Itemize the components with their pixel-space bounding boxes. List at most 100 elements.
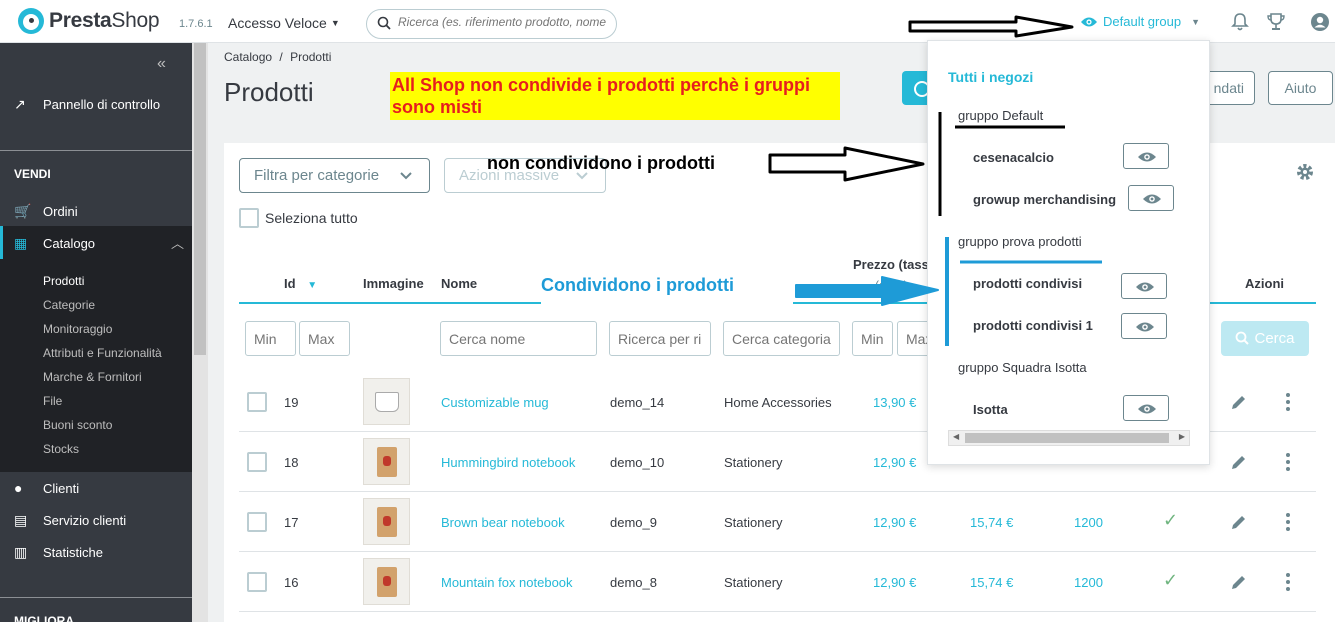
product-thumbnail[interactable] [363, 558, 410, 605]
select-all[interactable]: Seleziona tutto [239, 208, 358, 228]
column-header-id[interactable]: Id ▼ [284, 276, 317, 291]
more-options-icon[interactable] [1284, 392, 1292, 412]
sidebar-item-orders[interactable]: 🛒 Ordini [14, 203, 78, 220]
scrollbar-thumb[interactable] [194, 43, 206, 355]
scroll-left-icon[interactable]: ◀ [953, 432, 959, 441]
sidebar-sub-products[interactable]: Prodotti [43, 274, 84, 288]
header-search[interactable] [366, 9, 617, 39]
product-thumbnail[interactable] [363, 378, 410, 425]
view-shop-condivisi-1-button[interactable] [1121, 313, 1167, 339]
sidebar-sub-brands[interactable]: Marche & Fornitori [43, 370, 142, 384]
edit-pencil-icon[interactable] [1230, 393, 1248, 411]
group-squadra-option[interactable]: gruppo Squadra Isotta [958, 360, 1087, 375]
sidebar-item-dashboard[interactable]: ↗ Pannello di controllo [14, 96, 160, 113]
partial-button[interactable]: ndati [1205, 71, 1255, 105]
shop-condivisi-option[interactable]: prodotti condivisi [973, 276, 1082, 291]
product-name-link[interactable]: Mountain fox notebook [441, 575, 573, 590]
active-check-icon[interactable]: ✓ [1163, 570, 1178, 591]
dropdown-horizontal-scrollbar[interactable]: ◀ ▶ [948, 430, 1190, 446]
sidebar-sub-attributes[interactable]: Attributi e Funzionalità [43, 346, 162, 360]
sidebar-sub-categories[interactable]: Categorie [43, 298, 95, 312]
product-price-tax[interactable]: 15,74 € [970, 575, 1013, 590]
shop-growup-option[interactable]: growup merchandising [973, 192, 1116, 207]
row-checkbox[interactable] [247, 572, 267, 592]
header-underline [239, 302, 541, 304]
trophy-icon[interactable] [1266, 12, 1286, 32]
sidebar-sub-monitoring[interactable]: Monitoraggio [43, 322, 112, 336]
more-options-icon[interactable] [1284, 572, 1292, 592]
shop-context-selector[interactable]: Default group ▼ [1080, 14, 1200, 29]
product-name-link[interactable]: Brown bear notebook [441, 515, 565, 530]
sidebar-sub-vouchers[interactable]: Buoni sconto [43, 418, 112, 432]
eye-icon [1143, 194, 1161, 204]
group-prova-option[interactable]: gruppo prova prodotti [958, 234, 1082, 249]
view-shop-cesenacalcio-button[interactable] [1123, 143, 1169, 169]
scrollbar-thumb[interactable] [965, 433, 1169, 443]
product-price[interactable]: 12,90 € [873, 575, 916, 590]
product-price[interactable]: 12,90 € [873, 455, 916, 470]
filter-id-min[interactable] [245, 321, 296, 356]
prestashop-logo[interactable]: PrestaShop [18, 8, 160, 34]
row-checkbox[interactable] [247, 512, 267, 532]
filter-category-input[interactable] [723, 321, 840, 356]
more-options-icon[interactable] [1284, 452, 1292, 472]
add-product-button[interactable] [902, 71, 930, 105]
active-check-icon[interactable]: ✓ [1163, 510, 1178, 531]
view-shop-isotta-button[interactable] [1123, 395, 1169, 421]
product-reference: demo_8 [610, 575, 657, 590]
filter-categories-dropdown[interactable]: Filtra per categorie [239, 158, 430, 193]
group-default-option[interactable]: gruppo Default [958, 108, 1043, 123]
row-checkbox[interactable] [247, 452, 267, 472]
row-checkbox[interactable] [247, 392, 267, 412]
more-options-icon[interactable] [1284, 512, 1292, 532]
product-price-tax[interactable]: 15,74 € [970, 515, 1013, 530]
filter-reference-input[interactable] [609, 321, 711, 356]
product-name-link[interactable]: Hummingbird notebook [441, 455, 575, 470]
user-avatar-icon[interactable] [1310, 12, 1330, 32]
prestashop-puffin-icon [18, 8, 44, 34]
edit-pencil-icon[interactable] [1230, 573, 1248, 591]
filter-id-max[interactable] [299, 321, 350, 356]
sidebar-item-stats[interactable]: ▥ Statistiche [14, 544, 103, 561]
sidebar-item-customers[interactable]: ● Clienti [14, 480, 79, 496]
edit-pencil-icon[interactable] [1230, 453, 1248, 471]
search-button[interactable]: Cerca [1221, 321, 1309, 356]
view-shop-growup-button[interactable] [1128, 185, 1174, 211]
select-all-checkbox[interactable] [239, 208, 259, 228]
collapse-sidebar-icon[interactable]: « [157, 55, 166, 73]
help-button[interactable]: Aiuto [1268, 71, 1333, 105]
column-header-price[interactable]: Prezzo (tass [853, 257, 929, 272]
filter-name-input[interactable] [440, 321, 597, 356]
column-header-name[interactable]: Nome [441, 276, 477, 291]
scroll-right-icon[interactable]: ▶ [1179, 432, 1185, 441]
product-quantity[interactable]: 1200 [1074, 515, 1103, 530]
product-thumbnail[interactable] [363, 498, 410, 545]
sidebar-item-catalog[interactable]: ▦ Catalogo [14, 235, 95, 252]
product-price[interactable]: 12,90 € [873, 515, 916, 530]
quick-access-dropdown[interactable]: Accesso Veloce ▼ [228, 15, 340, 31]
bar-chart-icon: ▥ [14, 544, 28, 560]
shop-condivisi-1-option[interactable]: prodotti condivisi 1 [973, 318, 1093, 333]
sidebar-divider [0, 150, 192, 151]
bell-icon[interactable] [1230, 12, 1250, 32]
product-price[interactable]: 13,90 € [873, 395, 916, 410]
sidebar-sub-stocks[interactable]: Stocks [43, 442, 79, 456]
eye-icon [1081, 17, 1097, 26]
product-name-link[interactable]: Customizable mug [441, 395, 549, 410]
sidebar-item-customer-service[interactable]: ▤ Servizio clienti [14, 512, 126, 529]
gear-icon[interactable] [1294, 161, 1316, 183]
all-shops-option[interactable]: Tutti i negozi [948, 69, 1033, 85]
product-thumbnail[interactable] [363, 438, 410, 485]
edit-pencil-icon[interactable] [1230, 513, 1248, 531]
view-shop-condivisi-button[interactable] [1121, 273, 1167, 299]
eye-icon [1136, 322, 1154, 332]
sidebar-scrollbar[interactable] [192, 43, 208, 622]
eye-icon [1138, 404, 1156, 414]
search-input[interactable] [398, 15, 608, 29]
product-quantity[interactable]: 1200 [1074, 575, 1103, 590]
sidebar-sub-files[interactable]: File [43, 394, 62, 408]
shop-isotta-option[interactable]: Isotta [973, 402, 1008, 417]
shop-cesenacalcio-option[interactable]: cesenacalcio [973, 150, 1054, 165]
filter-price-min[interactable] [852, 321, 893, 356]
breadcrumb-catalog[interactable]: Catalogo [224, 50, 272, 64]
